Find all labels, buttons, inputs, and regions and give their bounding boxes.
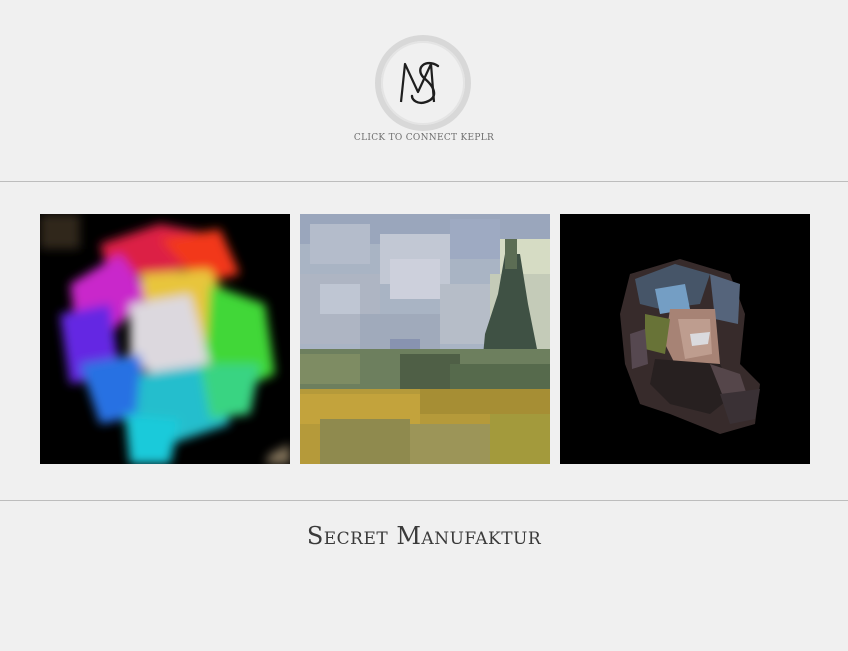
- artwork-gallery: [0, 214, 848, 464]
- artwork-2[interactable]: [300, 214, 550, 464]
- divider: [0, 500, 848, 501]
- header: CLICK TO CONNECT KEPLR: [0, 0, 848, 181]
- artwork-1[interactable]: [40, 214, 290, 464]
- divider: [0, 181, 848, 182]
- brand-title: Secret Manufaktur: [306, 522, 542, 550]
- logo-connect-button[interactable]: [374, 34, 472, 132]
- artwork-3-image: [560, 214, 810, 464]
- page: CLICK TO CONNECT KEPLR Secret Manufaktur: [0, 0, 848, 651]
- artwork-2-image: [300, 214, 550, 464]
- connect-keplr-link[interactable]: CLICK TO CONNECT KEPLR: [0, 133, 848, 143]
- ms-logo-icon: [375, 35, 471, 131]
- artwork-1-image: [40, 214, 290, 464]
- artwork-3[interactable]: [560, 214, 810, 464]
